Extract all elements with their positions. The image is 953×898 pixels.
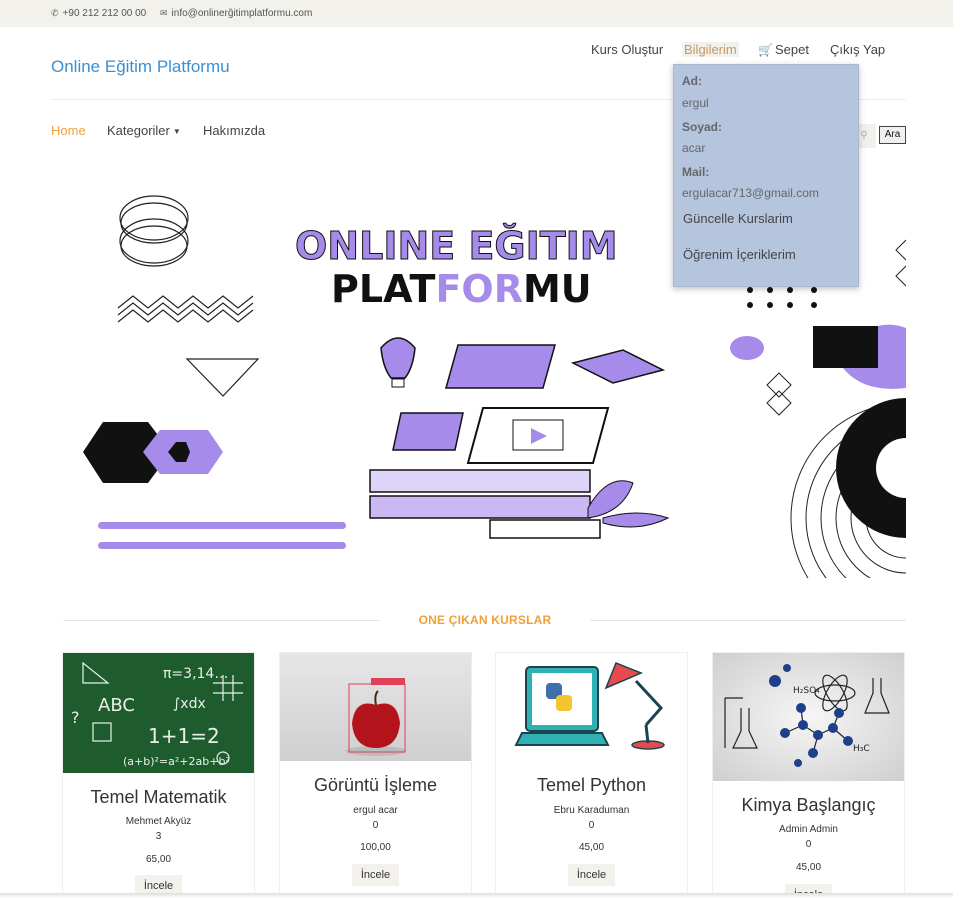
svg-text:(a+b)²=a²+2ab+b²: (a+b)²=a²+2ab+b² — [123, 755, 230, 768]
section-divider-left — [63, 620, 380, 621]
course-title[interactable]: Görüntü İşleme — [280, 775, 471, 796]
banner-line-1: ONLINE EĞITIM — [295, 224, 618, 268]
nav-logout[interactable]: Çıkış Yap — [830, 42, 885, 57]
top-contact-bar: ✆ +90 212 212 00 00 ✉ info@onlinerğitimp… — [0, 0, 953, 27]
course-price: 100,00 — [360, 842, 391, 853]
phone-icon: ✆ — [51, 8, 59, 18]
nav-cart[interactable]: 🛒 Sepet — [758, 42, 809, 57]
site-logo-text[interactable]: Online Eğitim Platformu — [51, 57, 230, 77]
course-count: 3 — [155, 831, 162, 842]
course-count: 0 — [372, 820, 379, 831]
last-name-label: Soyad: — [682, 120, 723, 134]
nav-home[interactable]: Home — [51, 123, 86, 138]
course-title[interactable]: Temel Python — [496, 775, 687, 796]
featured-section-title: ONE ÇIKAN KURSLAR — [418, 613, 552, 627]
nav-create-course[interactable]: Kurs Oluştur — [591, 42, 663, 57]
svg-text:1+1=2: 1+1=2 — [148, 724, 220, 748]
phone-contact: ✆ +90 212 212 00 00 — [51, 8, 146, 19]
search-button[interactable]: Ara — [879, 126, 906, 144]
course-count: 0 — [805, 839, 812, 850]
course-card[interactable]: π=3,14… ABC ∫xdx 1+1=2 (a+b)²=a²+2ab+b² … — [62, 652, 255, 898]
course-thumbnail-math[interactable]: π=3,14… ABC ∫xdx 1+1=2 (a+b)²=a²+2ab+b² … — [63, 653, 254, 773]
banner-line-2: PLATFORMU — [331, 267, 592, 311]
first-name-label: Ad: — [682, 74, 702, 88]
svg-text:∫xdx: ∫xdx — [173, 696, 206, 712]
svg-text:π=3,14…: π=3,14… — [163, 666, 228, 682]
first-name-value: ergul — [682, 96, 709, 110]
course-instructor: ergul acar — [353, 805, 398, 816]
email-address[interactable]: info@onlinerğitimplatformu.com — [172, 8, 313, 19]
learning-contents-link[interactable]: Öğrenim İçeriklerim — [683, 247, 796, 262]
course-price: 45,00 — [578, 842, 605, 853]
cart-icon: 🛒 — [758, 43, 773, 57]
nav-my-info[interactable]: Bilgilerim — [682, 42, 739, 57]
course-thumbnail-image-processing[interactable] — [280, 653, 471, 761]
course-instructor: Admin Admin — [779, 824, 838, 835]
svg-text:ABC: ABC — [98, 695, 135, 716]
mail-value: ergulacar713@gmail.com — [682, 186, 819, 200]
course-price: 65,00 — [145, 854, 172, 865]
inspect-button[interactable]: İncele — [568, 864, 615, 886]
course-card[interactable]: Temel Python Ebru Karaduman 0 45,00 İnce… — [495, 652, 688, 898]
email-contact[interactable]: ✉ info@onlinerğitimplatformu.com — [160, 8, 312, 19]
user-info-dropdown: Ad: ergul Soyad: acar Mail: ergulacar713… — [673, 64, 859, 287]
course-card[interactable]: Görüntü İşleme ergul acar 0 100,00 İncel… — [279, 652, 472, 898]
envelope-icon: ✉ — [160, 8, 168, 18]
course-thumbnail-python[interactable] — [496, 653, 687, 761]
course-instructor: Mehmet Akyüz — [125, 816, 192, 827]
svg-text:?: ? — [71, 708, 80, 727]
nav-about[interactable]: Hakımızda — [203, 123, 265, 138]
nav-cart-label: Sepet — [774, 42, 809, 57]
course-thumbnail-chemistry[interactable]: H₂SO₄ H₃C — [713, 653, 904, 781]
last-name-value: acar — [682, 141, 706, 155]
nav-categories[interactable]: Kategoriler ▼ — [107, 123, 181, 138]
course-title[interactable]: Temel Matematik — [63, 787, 254, 808]
course-price: 45,00 — [795, 862, 822, 873]
course-instructor: Ebru Karaduman — [553, 805, 630, 816]
course-count: 0 — [588, 820, 595, 831]
course-card[interactable]: H₂SO₄ H₃C Kimya Başlangıç Admin Admin 0 … — [712, 652, 905, 898]
caret-down-icon: ▼ — [172, 127, 181, 136]
course-title[interactable]: Kimya Başlangıç — [713, 795, 904, 816]
phone-number: +90 212 212 00 00 — [62, 8, 147, 19]
mail-label: Mail: — [682, 165, 710, 179]
inspect-button[interactable]: İncele — [352, 864, 399, 886]
update-courses-link[interactable]: Güncelle Kurslarim — [683, 211, 793, 226]
nav-categories-label: Kategoriler — [107, 123, 170, 138]
svg-text:H₂SO₄: H₂SO₄ — [793, 686, 820, 696]
page-bottom-edge — [0, 893, 953, 898]
section-divider-right — [590, 620, 906, 621]
svg-text:H₃C: H₃C — [853, 744, 870, 754]
